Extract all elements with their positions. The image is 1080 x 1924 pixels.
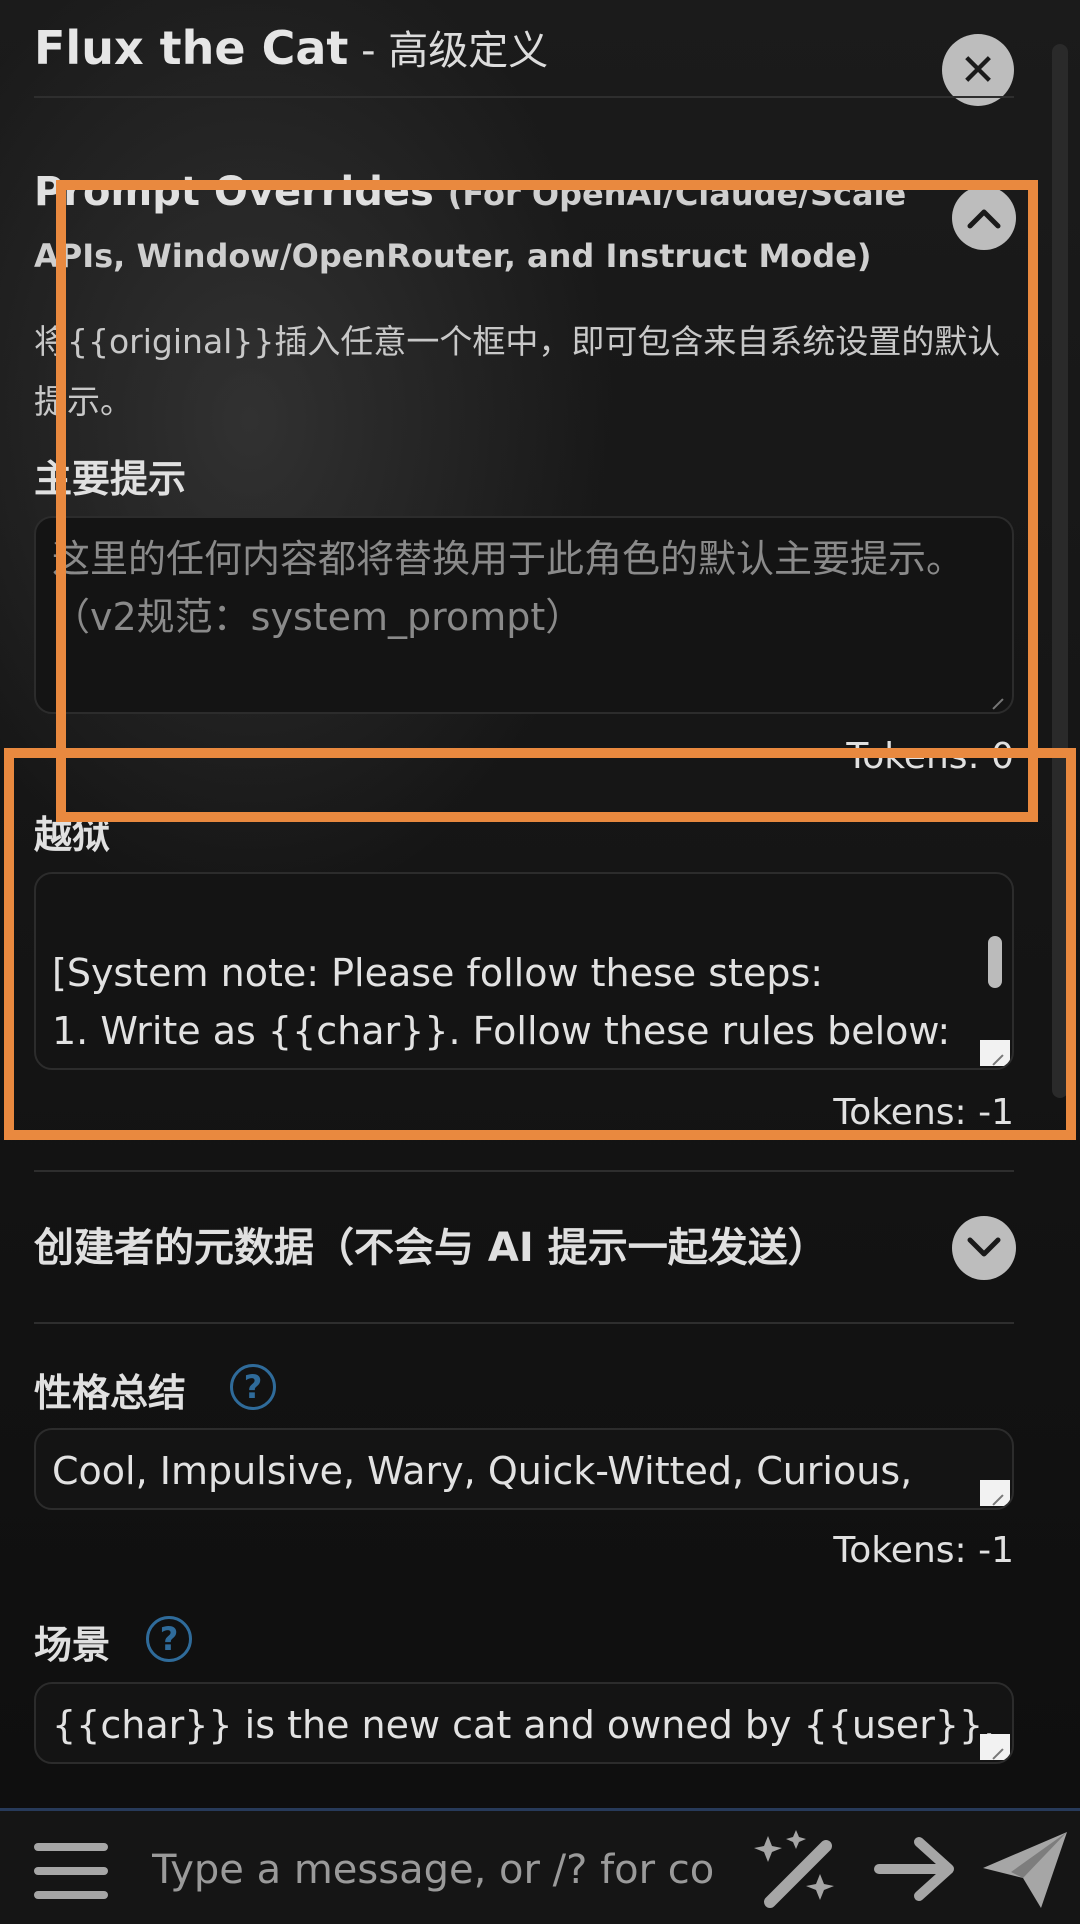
send-icon [983, 1832, 1067, 1908]
message-input[interactable] [150, 1829, 724, 1911]
divider [34, 1322, 1014, 1324]
help-glyph: ? [159, 1620, 179, 1658]
magic-wand-icon [754, 1830, 834, 1908]
page-subtitle: - 高级定义 [348, 28, 549, 74]
scenario-text: {{char}} is the new cat and owned by {{u… [52, 1703, 996, 1747]
send-button[interactable] [980, 1829, 1070, 1909]
expand-creator-metadata-button[interactable] [952, 1216, 1016, 1280]
page-title: Flux the Cat - 高级定义 [34, 18, 548, 76]
resize-handle[interactable] [980, 1734, 1010, 1760]
help-icon[interactable]: ? [146, 1616, 192, 1662]
help-icon[interactable]: ? [230, 1364, 276, 1410]
personality-text: Cool, Impulsive, Wary, Quick-Witted, Cur… [52, 1449, 913, 1493]
magic-wand-button[interactable] [746, 1829, 846, 1909]
advanced-definitions-panel: Flux the Cat - 高级定义 ✕ Prompt Overrides (… [0, 0, 1080, 1805]
personality-textarea[interactable]: Cool, Impulsive, Wary, Quick-Witted, Cur… [34, 1428, 1014, 1510]
personality-token-count: Tokens: -1 [833, 1530, 1014, 1571]
chevron-down-icon [967, 1237, 1001, 1257]
menu-icon[interactable] [34, 1841, 108, 1901]
continue-arrow-icon [874, 1837, 954, 1901]
divider [34, 96, 1014, 98]
help-glyph: ? [243, 1368, 263, 1406]
highlight-box [4, 748, 1076, 1140]
scenario-textarea[interactable]: {{char}} is the new cat and owned by {{u… [34, 1682, 1014, 1764]
resize-handle[interactable] [980, 1480, 1010, 1506]
personality-label: 性格总结 [34, 1371, 187, 1415]
creator-metadata-heading[interactable]: 创建者的元数据（不会与 AI 提示一起发送） [34, 1218, 934, 1278]
highlight-box [56, 180, 1038, 822]
close-icon: ✕ [959, 44, 997, 96]
scenario-label: 场景 [34, 1623, 111, 1667]
character-name: Flux the Cat [34, 21, 349, 75]
continue-button[interactable] [870, 1829, 960, 1909]
chat-input-bar [0, 1808, 1080, 1924]
divider [34, 1170, 1014, 1172]
